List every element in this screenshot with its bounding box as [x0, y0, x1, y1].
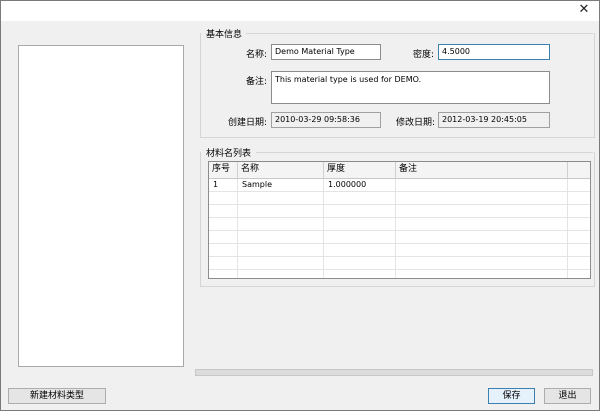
material-type-list[interactable]: [18, 45, 184, 367]
cell-index[interactable]: 1: [209, 179, 238, 191]
close-icon[interactable]: ✕: [577, 3, 591, 17]
column-header-index[interactable]: 序号: [209, 162, 238, 178]
modified-date-field: 2012-03-19 20:45:05: [438, 112, 550, 128]
name-label: 名称:: [245, 50, 267, 60]
column-header-thickness[interactable]: 厚度: [324, 162, 396, 178]
save-button[interactable]: 保存: [488, 388, 535, 404]
empty-row: [209, 205, 590, 218]
created-date-field: 2010-03-29 09:58:36: [271, 112, 381, 128]
remark-label: 备注:: [245, 77, 267, 87]
created-date-label: 创建日期:: [227, 118, 267, 128]
empty-row: [209, 231, 590, 244]
table-row[interactable]: 1 Sample 1.000000: [209, 179, 590, 192]
horizontal-scrollbar[interactable]: [195, 369, 593, 376]
new-material-type-button[interactable]: 新建材料类型: [8, 388, 106, 404]
grid-header: 序号 名称 厚度 备注: [209, 162, 590, 179]
cell-thickness[interactable]: 1.000000: [324, 179, 396, 191]
exit-button[interactable]: 退出: [544, 388, 591, 404]
density-field[interactable]: 4.5000: [438, 44, 550, 60]
empty-row: [209, 218, 590, 231]
dialog-window: ✕ 基本信息 名称: Demo Material Type 密度: 4.5000…: [0, 0, 600, 411]
remark-field[interactable]: This material type is used for DEMO.: [271, 71, 550, 104]
empty-row: [209, 270, 590, 278]
cell-name[interactable]: Sample: [238, 179, 324, 191]
cell-filler: [568, 179, 590, 191]
density-label: 密度:: [412, 50, 434, 60]
empty-row: [209, 244, 590, 257]
title-bar: ✕: [1, 1, 599, 21]
column-header-remark[interactable]: 备注: [396, 162, 568, 178]
empty-row: [209, 257, 590, 270]
column-header-name[interactable]: 名称: [238, 162, 324, 178]
column-header-filler: [568, 162, 590, 178]
modified-date-label: 修改日期:: [395, 118, 435, 128]
name-field[interactable]: Demo Material Type: [271, 44, 381, 60]
cell-remark[interactable]: [396, 179, 568, 191]
empty-row: [209, 192, 590, 205]
material-grid[interactable]: 序号 名称 厚度 备注 1 Sample 1.000000: [208, 161, 591, 279]
